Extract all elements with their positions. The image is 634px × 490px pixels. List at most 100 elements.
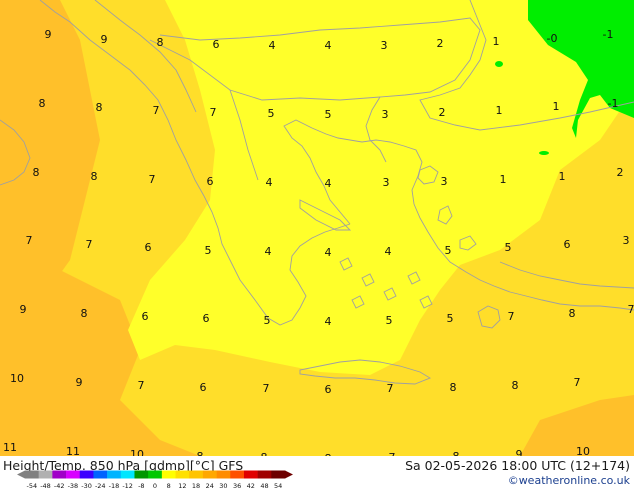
temperature-label: 4 bbox=[325, 39, 332, 52]
legend-tick-label: -38 bbox=[68, 482, 79, 490]
legend-swatch bbox=[38, 470, 53, 479]
legend-tick-label: -54 bbox=[27, 482, 38, 490]
temperature-label: 4 bbox=[325, 177, 332, 190]
legend-tick-label: -8 bbox=[138, 482, 144, 490]
temperature-label: 8 bbox=[81, 307, 88, 320]
temperature-label: 6 bbox=[145, 241, 152, 254]
temperature-label: 3 bbox=[382, 108, 389, 121]
temperature-label: 7 bbox=[508, 310, 515, 323]
legend-tick-label: -48 bbox=[40, 482, 51, 490]
legend-swatch bbox=[202, 470, 217, 479]
temperature-label: 9 bbox=[516, 448, 523, 456]
temperature-label: 2 bbox=[439, 106, 446, 119]
temperature-label: 2 bbox=[437, 37, 444, 50]
legend-swatch bbox=[107, 470, 122, 479]
temperature-label: 5 bbox=[325, 108, 332, 121]
legend-swatch bbox=[216, 470, 231, 479]
temperature-label: 3 bbox=[441, 175, 448, 188]
zone-below-0-spot bbox=[495, 61, 503, 67]
legend-swatch bbox=[93, 470, 108, 479]
legend-swatch bbox=[148, 470, 163, 479]
legend-swatch bbox=[120, 470, 135, 479]
legend-tick-label: -24 bbox=[95, 482, 106, 490]
temperature-label: 7 bbox=[263, 382, 270, 395]
temperature-label: 1 bbox=[493, 35, 500, 48]
temperature-label: 3 bbox=[381, 39, 388, 52]
temperature-label: 5 bbox=[386, 314, 393, 327]
legend-tick-label: -12 bbox=[122, 482, 133, 490]
temperature-label: 6 bbox=[142, 310, 149, 323]
temperature-label: 9 bbox=[101, 33, 108, 46]
legend-tick-label: 0 bbox=[153, 482, 157, 490]
temperature-label: 9 bbox=[76, 376, 83, 389]
temperature-label: 6 bbox=[203, 312, 210, 325]
temperature-label: 4 bbox=[265, 245, 272, 258]
temperature-label: 4 bbox=[325, 315, 332, 328]
temperature-label: 8 bbox=[512, 379, 519, 392]
temperature-label: 8 bbox=[96, 101, 103, 114]
legend-tick-label: 18 bbox=[192, 482, 200, 490]
zone-below-0-spot bbox=[539, 151, 549, 155]
temperature-label: 4 bbox=[266, 176, 273, 189]
temperature-label: -0 bbox=[547, 32, 558, 45]
temperature-label: 6 bbox=[207, 175, 214, 188]
temperature-label: 6 bbox=[564, 238, 571, 251]
legend-swatch bbox=[243, 470, 258, 479]
temperature-label: 4 bbox=[385, 245, 392, 258]
temperature-label: 7 bbox=[149, 173, 156, 186]
temperature-label: 8 bbox=[39, 97, 46, 110]
legend-arrow-left bbox=[17, 470, 25, 479]
legend-tick-label: -42 bbox=[54, 482, 65, 490]
temperature-label: 9 bbox=[45, 28, 52, 41]
temperature-label: 3 bbox=[623, 234, 630, 247]
temperature-label: 5 bbox=[205, 244, 212, 257]
temperature-label: 4 bbox=[325, 246, 332, 259]
temperature-label: 5 bbox=[505, 241, 512, 254]
temperature-label: 7 bbox=[210, 106, 217, 119]
legend-tick-label: 54 bbox=[274, 482, 282, 490]
legend-swatch bbox=[230, 470, 245, 479]
legend-tick-label: -30 bbox=[81, 482, 92, 490]
temperature-label: 5 bbox=[447, 312, 454, 325]
temperature-label: 8 bbox=[91, 170, 98, 183]
temperature-label: 6 bbox=[325, 383, 332, 396]
temperature-label: 4 bbox=[269, 39, 276, 52]
temperature-label: 2 bbox=[617, 166, 624, 179]
temperature-label: 1 bbox=[496, 104, 503, 117]
legend-tick-label: 36 bbox=[233, 482, 241, 490]
temperature-label: 11 bbox=[66, 445, 80, 456]
valid-time: Sa 02-05-2026 18:00 UTC (12+174) bbox=[405, 458, 630, 473]
temperature-label: 8 bbox=[569, 307, 576, 320]
legend-swatch bbox=[25, 470, 39, 479]
legend-tick-label: 24 bbox=[206, 482, 214, 490]
legend-tick-label: 30 bbox=[219, 482, 227, 490]
legend-tick-label: 12 bbox=[178, 482, 186, 490]
site-credit[interactable]: ©weatheronline.co.uk bbox=[508, 474, 630, 487]
legend-swatch bbox=[134, 470, 149, 479]
temperature-label: 10 bbox=[10, 372, 24, 385]
temperature-label: 1 bbox=[500, 173, 507, 186]
color-scale-legend: -54 -48 -42 -38 -30 -24 -18 -12 -8 0 8 12 18 24 30 36 42… bbox=[17, 470, 293, 490]
legend-swatch bbox=[189, 470, 204, 479]
temperature-label: 3 bbox=[383, 176, 390, 189]
legend-swatch bbox=[257, 470, 272, 479]
temperature-label: 10 bbox=[576, 445, 590, 456]
temperature-label: 1 bbox=[553, 100, 560, 113]
legend-swatch bbox=[52, 470, 67, 479]
temperature-label: 11 bbox=[3, 441, 17, 454]
temperature-label: -1 bbox=[603, 28, 614, 41]
temperature-label: 7 bbox=[86, 238, 93, 251]
temperature-label: 8 bbox=[157, 36, 164, 49]
legend-swatch bbox=[271, 470, 286, 479]
temperature-label: 7 bbox=[574, 376, 581, 389]
legend-tick-label: 42 bbox=[247, 482, 255, 490]
temperature-label: -1 bbox=[608, 97, 619, 110]
legend-tick-label: -18 bbox=[109, 482, 120, 490]
legend-swatch bbox=[66, 470, 81, 479]
temperature-label: 10 bbox=[130, 448, 144, 456]
legend-swatch bbox=[175, 470, 190, 479]
temperature-label: 9 bbox=[20, 303, 27, 316]
temperature-label: 7 bbox=[26, 234, 33, 247]
legend-swatch bbox=[79, 470, 94, 479]
temperature-label: 5 bbox=[268, 107, 275, 120]
